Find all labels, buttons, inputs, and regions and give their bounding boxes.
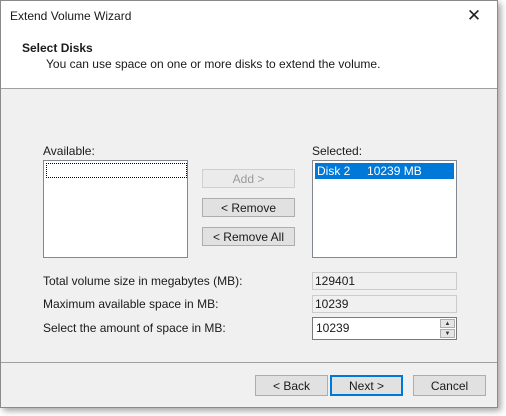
wizard-header: Select Disks You can use space on one or… [1, 31, 497, 89]
amount-stepper[interactable]: 10239 ▲ ▼ [312, 317, 457, 340]
amount-label: Select the amount of space in MB: [43, 321, 226, 335]
amount-input[interactable]: 10239 [316, 321, 349, 335]
page-title: Select Disks [22, 41, 93, 55]
max-space-label: Maximum available space in MB: [43, 297, 219, 311]
list-item[interactable]: Disk 2 10239 MB [315, 163, 454, 179]
next-button[interactable]: Next > [330, 375, 403, 396]
extend-volume-wizard-window: Extend Volume Wizard ✕ Select Disks You … [0, 0, 498, 408]
selected-disk-size: 10239 MB [367, 164, 422, 178]
selected-disk-name: Disk 2 [317, 164, 351, 178]
total-size-label: Total volume size in megabytes (MB): [43, 274, 243, 288]
available-disks-list[interactable] [43, 160, 188, 258]
remove-all-button[interactable]: < Remove All [202, 227, 295, 246]
total-size-value: 129401 [312, 272, 457, 290]
title-bar: Extend Volume Wizard ✕ [1, 1, 497, 31]
remove-button[interactable]: < Remove [202, 198, 295, 217]
available-list-focus-placeholder [46, 163, 187, 178]
page-subtitle: You can use space on one or more disks t… [46, 57, 381, 71]
window-title: Extend Volume Wizard [10, 9, 132, 23]
add-button[interactable]: Add > [202, 169, 295, 188]
selected-label: Selected: [312, 144, 363, 158]
stepper-buttons: ▲ ▼ [440, 319, 455, 338]
stepper-up-icon[interactable]: ▲ [440, 319, 455, 328]
selected-disks-list[interactable]: Disk 2 10239 MB [312, 160, 457, 258]
available-label: Available: [43, 144, 95, 158]
cancel-button[interactable]: Cancel [413, 375, 486, 396]
footer-divider [1, 362, 497, 363]
max-space-value: 10239 [312, 295, 457, 313]
close-icon[interactable]: ✕ [451, 1, 497, 31]
back-button[interactable]: < Back [255, 375, 328, 396]
stepper-down-icon[interactable]: ▼ [440, 329, 455, 338]
